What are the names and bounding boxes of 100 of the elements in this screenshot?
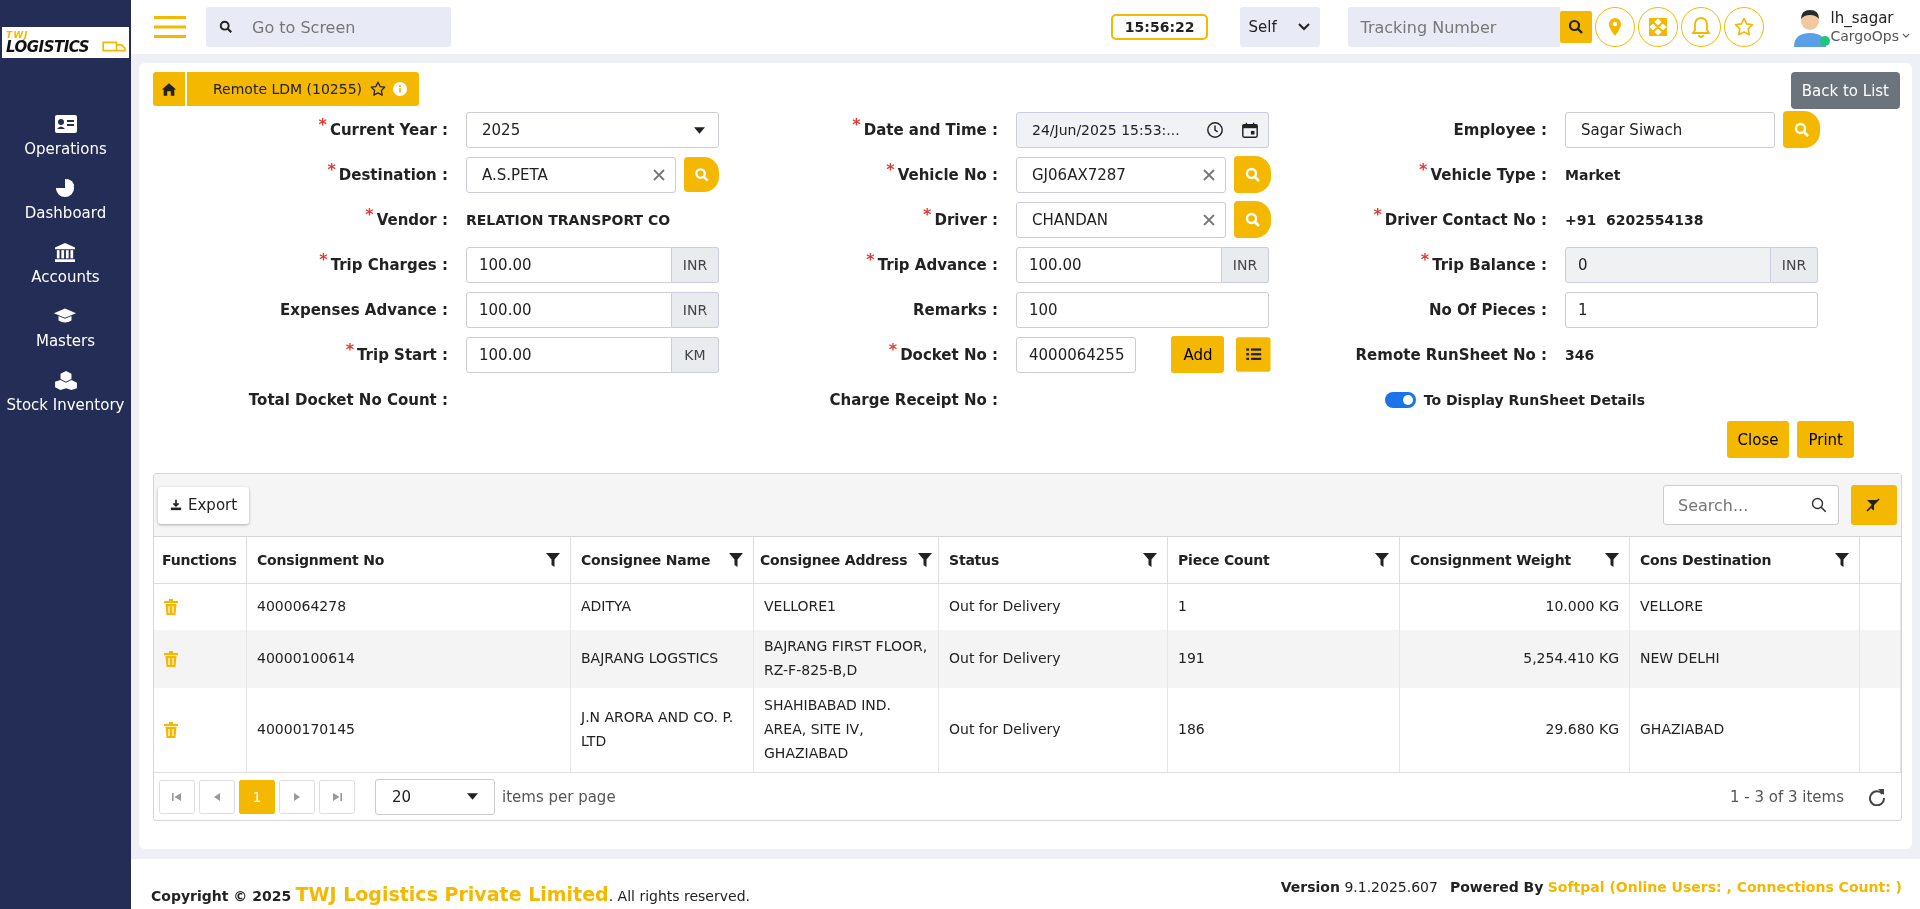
- unit-addon: INR: [1771, 246, 1818, 283]
- back-to-list-button[interactable]: Back to List: [1790, 72, 1900, 109]
- toggle-label: To Display RunSheet Details: [1423, 391, 1645, 408]
- go-to-screen-field[interactable]: Go to Screen: [206, 7, 451, 47]
- amount-field[interactable]: 100.00: [466, 246, 672, 283]
- sidebar-item[interactable]: Accounts: [31, 268, 100, 286]
- field-label: Expenses Advance :: [280, 300, 448, 319]
- amount-field[interactable]: 100.00: [466, 291, 672, 328]
- table-cell-text: Out for Delivery: [949, 649, 1061, 669]
- list-button[interactable]: [1236, 336, 1271, 373]
- column-header[interactable]: Functions: [162, 552, 237, 568]
- toggle-switch[interactable]: [1384, 391, 1416, 408]
- search-button[interactable]: [1560, 11, 1593, 43]
- column-header[interactable]: Piece Count: [1178, 552, 1270, 568]
- table-cell-text: VELLORE: [1640, 597, 1704, 617]
- table-cell-text: VELLORE1: [764, 597, 837, 617]
- lookup-field[interactable]: A.S.PETA: [466, 156, 676, 193]
- field-label: Trip Advance :: [877, 255, 998, 274]
- powered-by-label: Powered By: [1449, 879, 1544, 895]
- home-icon[interactable]: [161, 81, 177, 97]
- year-select[interactable]: 2025: [466, 111, 719, 148]
- required-asterisk: *: [319, 249, 328, 269]
- boxes-icon[interactable]: [53, 370, 78, 390]
- field-label: Current Year :: [329, 120, 448, 139]
- table-cell-text: 4000064278: [257, 597, 347, 617]
- column-header[interactable]: Cons Destination: [1640, 552, 1772, 568]
- sidebar-item[interactable]: Operations: [24, 140, 107, 158]
- version-label: Version: [1280, 879, 1340, 895]
- lookup-field[interactable]: Sagar Siwach: [1565, 111, 1775, 148]
- page-size-label: items per page: [502, 787, 616, 806]
- filter-icon[interactable]: [918, 553, 932, 567]
- field-label: Trip Balance :: [1432, 255, 1547, 274]
- text-field[interactable]: 100: [1016, 291, 1269, 328]
- sidebar-item[interactable]: Masters: [35, 332, 95, 350]
- amount-field[interactable]: 100.00: [466, 336, 672, 373]
- text-field[interactable]: 1: [1565, 291, 1818, 328]
- table-cell-text: 40000100614: [257, 649, 355, 669]
- filter-icon[interactable]: [1605, 553, 1619, 567]
- amount-field[interactable]: 100.00: [1016, 246, 1222, 283]
- id-card-icon[interactable]: [53, 114, 78, 134]
- lookup-field[interactable]: CHANDAN: [1016, 201, 1226, 238]
- field-label: Charge Receipt No :: [829, 390, 998, 409]
- chevron-down-icon[interactable]: [1298, 23, 1311, 31]
- column-header[interactable]: Consignment No: [257, 552, 385, 568]
- table-cell-text: 5,254.410 KG: [1523, 649, 1619, 669]
- field-label: Vehicle No :: [897, 165, 998, 184]
- table-cell-text: 1: [1178, 597, 1187, 617]
- favorite-star-icon[interactable]: [370, 81, 387, 97]
- field-label: Remarks :: [913, 300, 998, 319]
- download-icon[interactable]: [170, 499, 182, 511]
- export-button[interactable]: Export: [158, 486, 250, 524]
- filter-icon[interactable]: [1143, 553, 1157, 567]
- column-header[interactable]: Consignee Name: [581, 552, 711, 568]
- last-page-button[interactable]: [319, 779, 355, 814]
- page-size-select[interactable]: 20: [375, 778, 495, 815]
- filter-icon[interactable]: [546, 553, 560, 567]
- mode-select[interactable]: Self: [1240, 7, 1321, 47]
- add-button[interactable]: Add: [1171, 336, 1225, 373]
- action-button[interactable]: Close: [1726, 421, 1790, 458]
- required-asterisk: *: [866, 249, 875, 269]
- column-header[interactable]: Status: [949, 552, 999, 568]
- clock-icon[interactable]: [1206, 120, 1224, 139]
- date-time-field[interactable]: 24/Jun/2025 15:53:...: [1016, 111, 1269, 148]
- table-cell-text: ADITYA: [581, 597, 632, 617]
- clear-icon[interactable]: [1203, 168, 1215, 181]
- field-label: No Of Pieces :: [1428, 300, 1547, 319]
- export-label[interactable]: Export: [188, 496, 238, 514]
- company-logo: TWJ LOGISTICS: [6, 30, 90, 55]
- caret-icon[interactable]: [694, 126, 705, 134]
- refresh-icon[interactable]: [1868, 787, 1886, 806]
- column-header[interactable]: Consignment Weight: [1410, 552, 1571, 568]
- required-asterisk: *: [1420, 249, 1430, 269]
- clear-icon[interactable]: [1203, 213, 1215, 226]
- sidebar-item[interactable]: Stock Inventory: [6, 396, 125, 414]
- required-asterisk: *: [327, 159, 336, 179]
- field-label: Driver Contact No :: [1384, 210, 1547, 229]
- search-icon: [219, 20, 233, 34]
- tracking-number-field[interactable]: Tracking Number: [1348, 7, 1561, 47]
- bank-icon[interactable]: [53, 242, 78, 262]
- first-page-button[interactable]: [159, 779, 195, 814]
- filter-icon[interactable]: [1375, 553, 1389, 567]
- field-label: Driver :: [934, 210, 998, 229]
- field-label: Docket No :: [900, 345, 998, 364]
- calendar-icon[interactable]: [1241, 120, 1259, 139]
- required-asterisk: *: [365, 204, 374, 224]
- filter-icon[interactable]: [1835, 553, 1849, 567]
- column-header[interactable]: Consignee Address: [760, 552, 908, 568]
- clear-filter-button[interactable]: [1851, 485, 1897, 525]
- filter-icon[interactable]: [729, 553, 743, 567]
- action-button[interactable]: Print: [1797, 421, 1854, 458]
- user-role[interactable]: CargoOps: [1830, 27, 1899, 44]
- table-cell-text: 29.680 KG: [1545, 720, 1619, 740]
- lookup-field[interactable]: GJ06AX7287: [1016, 156, 1226, 193]
- clear-icon[interactable]: [653, 168, 665, 181]
- chevron-down-icon[interactable]: [1902, 33, 1910, 39]
- docket-field[interactable]: 4000064255: [1016, 336, 1137, 373]
- grid-search-field[interactable]: Search...: [1663, 485, 1839, 525]
- sidebar-item[interactable]: Dashboard: [24, 204, 107, 222]
- field-label: Trip Charges :: [330, 255, 448, 274]
- caret-icon[interactable]: [467, 793, 478, 800]
